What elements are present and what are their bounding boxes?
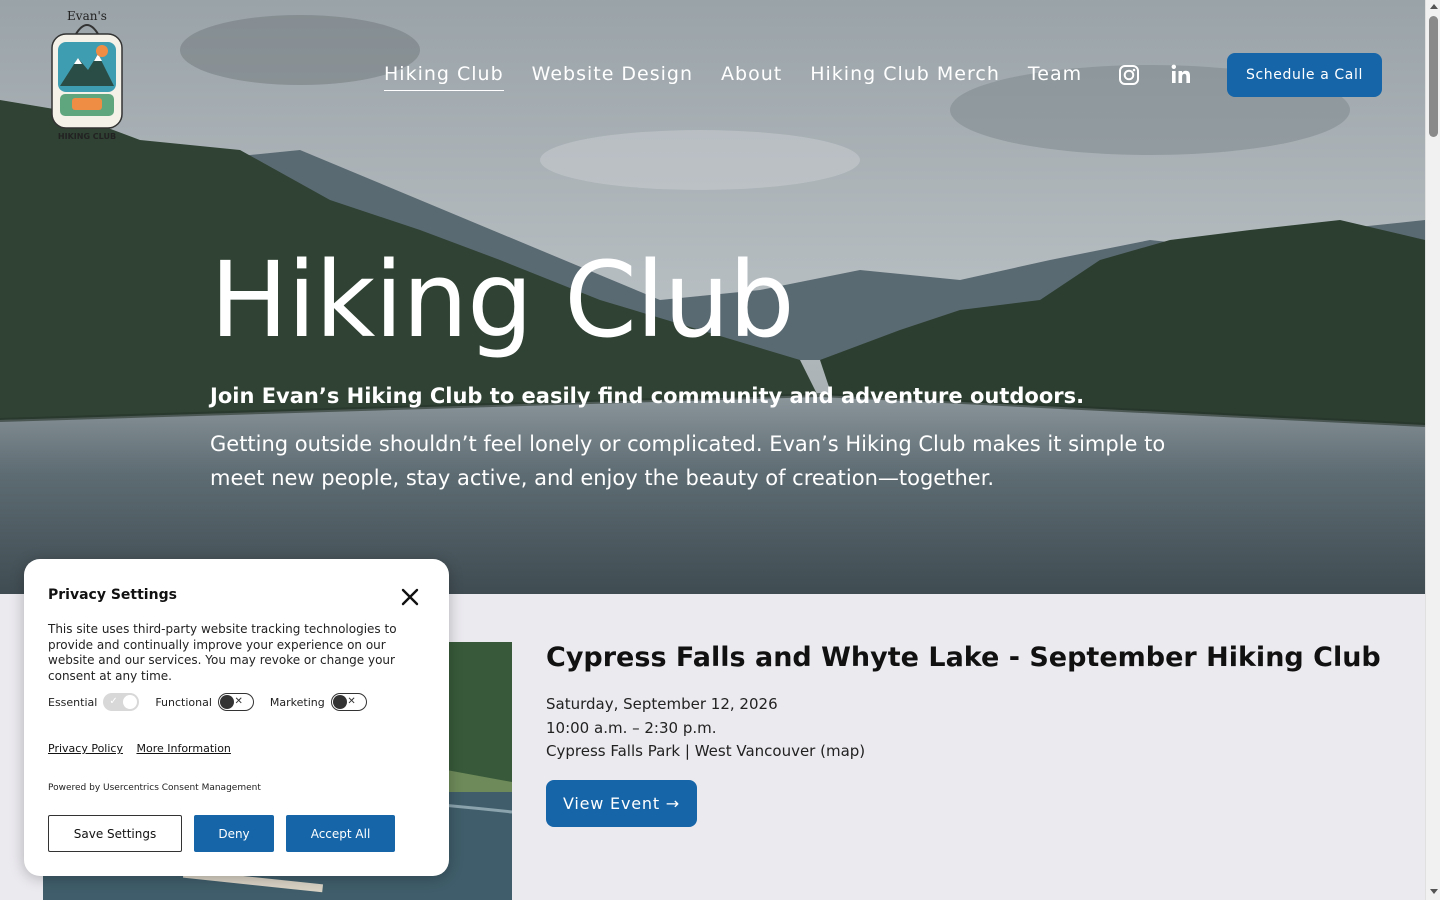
- scroll-down-arrow-icon[interactable]: [1430, 889, 1438, 894]
- more-information-link[interactable]: More Information: [136, 742, 230, 755]
- hero-subtitle: Join Evan’s Hiking Club to easily find c…: [210, 384, 1085, 408]
- toggle-functional[interactable]: Functional ✕: [155, 693, 254, 711]
- nav-item-team[interactable]: Team: [1028, 62, 1082, 91]
- deny-button[interactable]: Deny: [194, 815, 274, 852]
- toggle-functional-label: Functional: [155, 695, 212, 709]
- nav-item-about[interactable]: About: [721, 62, 782, 91]
- linkedin-icon[interactable]: [1171, 64, 1191, 84]
- hero-section: Evan's HIKING CLUB Hiking Club Website D…: [0, 0, 1425, 594]
- hero-title: Hiking Club: [210, 239, 795, 361]
- view-event-button[interactable]: View Event →: [546, 780, 697, 827]
- logo-top-text: Evan's: [67, 9, 107, 23]
- privacy-description: This site uses third-party website track…: [48, 622, 397, 683]
- powered-by-text: Powered by Usercentrics Consent Manageme…: [48, 783, 261, 793]
- check-icon: ✓: [109, 696, 118, 707]
- close-icon[interactable]: [400, 587, 420, 607]
- x-icon: ✕: [347, 696, 356, 707]
- privacy-links: Privacy Policy More Information: [48, 742, 241, 755]
- toggle-marketing[interactable]: Marketing ✕: [270, 693, 367, 711]
- functional-switch[interactable]: ✕: [217, 693, 254, 711]
- privacy-policy-link[interactable]: Privacy Policy: [48, 742, 123, 755]
- privacy-title: Privacy Settings: [48, 587, 177, 603]
- nav-item-website-design[interactable]: Website Design: [532, 62, 693, 91]
- nav-item-hiking-club-merch[interactable]: Hiking Club Merch: [810, 62, 1000, 91]
- toggle-marketing-label: Marketing: [269, 695, 325, 709]
- event-time: 10:00 a.m. – 2:30 p.m.: [546, 719, 717, 737]
- toggle-essential-label: Essential: [48, 695, 98, 709]
- consent-toggles: Essential ✓ Functional ✕ Marketing ✕: [48, 693, 383, 711]
- event-date: Saturday, September 12, 2026: [546, 695, 778, 713]
- x-icon: ✕: [234, 696, 243, 707]
- instagram-icon[interactable]: [1118, 64, 1140, 86]
- privacy-settings-dialog: Privacy Settings This site uses third-pa…: [24, 559, 449, 876]
- event-title[interactable]: Cypress Falls and Whyte Lake - September…: [546, 640, 1381, 676]
- scrollbar-thumb[interactable]: [1429, 16, 1438, 137]
- schedule-call-button[interactable]: Schedule a Call: [1227, 53, 1382, 97]
- hiking-club-logo[interactable]: Evan's HIKING CLUB: [42, 6, 132, 146]
- toggle-essential: Essential ✓: [48, 693, 140, 711]
- nav-item-hiking-club[interactable]: Hiking Club: [384, 62, 504, 91]
- event-location[interactable]: Cypress Falls Park | West Vancouver (map…: [546, 741, 865, 761]
- logo-bottom-text: HIKING CLUB: [58, 132, 116, 141]
- page-scrollbar[interactable]: [1425, 0, 1440, 900]
- hero-body-text: Getting outside shouldn’t feel lonely or…: [210, 432, 1166, 490]
- accept-all-button[interactable]: Accept All: [286, 815, 395, 852]
- essential-switch: ✓: [103, 693, 140, 711]
- main-navigation: Hiking Club Website Design About Hiking …: [384, 62, 1110, 91]
- save-settings-button[interactable]: Save Settings: [48, 815, 182, 852]
- scroll-up-arrow-icon[interactable]: [1430, 4, 1438, 9]
- marketing-switch[interactable]: ✕: [330, 693, 367, 711]
